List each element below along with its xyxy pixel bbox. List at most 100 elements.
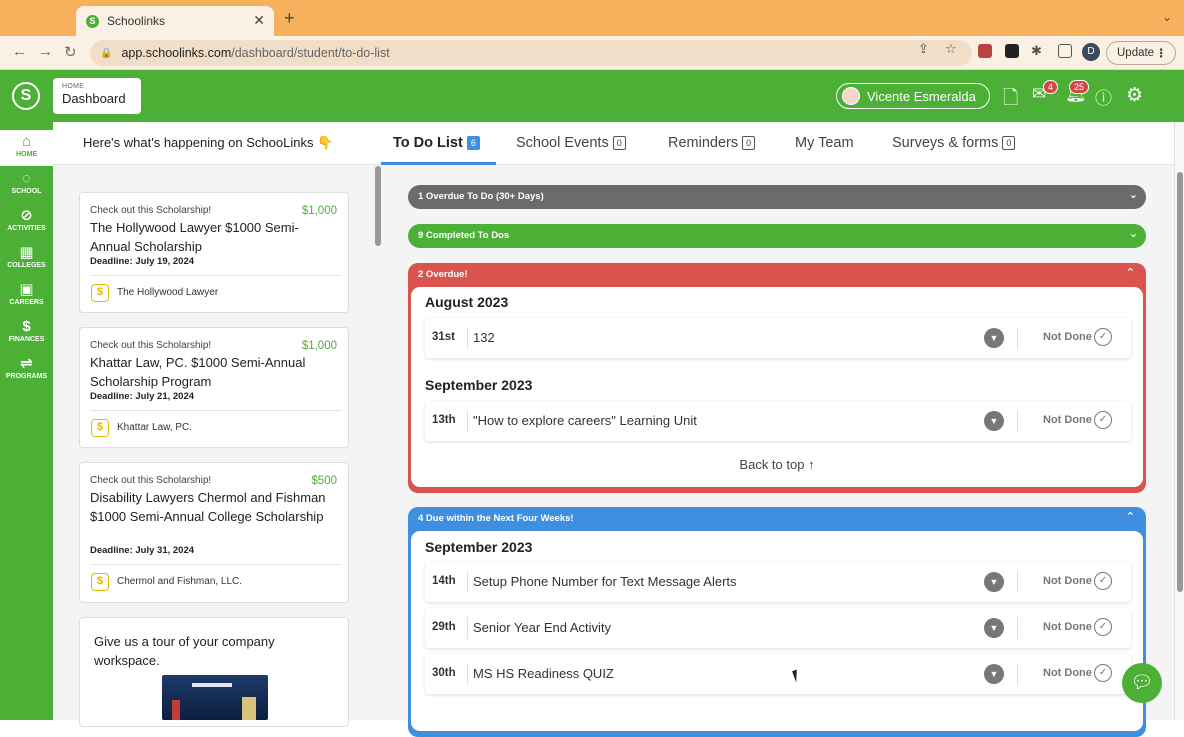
schoolinks-logo-icon[interactable]: S	[12, 82, 40, 110]
extension-icon[interactable]	[978, 44, 992, 58]
tab-label: To Do List	[393, 135, 463, 151]
user-menu-button[interactable]: Vicente Esmeralda	[836, 83, 990, 109]
todo-row[interactable]: 31st 132 ▼ Not Done ✓	[425, 318, 1131, 358]
overdue-30-days-toggle[interactable]: 1 Overdue To Do (30+ Days) ⌄	[408, 185, 1146, 209]
tab-to-do-list[interactable]: To Do List 6	[393, 135, 480, 151]
tour-card[interactable]: Give us a tour of your company workspace…	[79, 617, 349, 727]
browser-tab[interactable]: S Schoolinks ✕	[76, 6, 274, 36]
scholarship-card[interactable]: Check out this Scholarship! $500 Disabil…	[79, 462, 349, 603]
chevron-up-icon: ⌃	[1125, 511, 1135, 523]
compass-icon: ⊘	[20, 207, 33, 224]
money-bag-icon: $	[91, 573, 109, 591]
star-icon[interactable]: ☆	[945, 41, 957, 57]
sidebar-item-school[interactable]: ◌ SCHOOL	[0, 167, 53, 203]
document-icon[interactable]: 🗋	[1003, 84, 1018, 116]
tab-label: Surveys & forms	[892, 135, 999, 151]
chevron-down-icon[interactable]: ▼	[984, 411, 1004, 431]
feed-heading: Here's what's happening on SchooLinks 👇	[53, 122, 381, 165]
todo-day: 13th	[432, 414, 456, 426]
month-heading: August 2023	[425, 294, 509, 310]
chevron-down-icon[interactable]: ▼	[984, 664, 1004, 684]
scholarship-title: The Hollywood Lawyer $1000 Semi-Annual S…	[90, 220, 299, 254]
check-circle-icon[interactable]: ✓	[1094, 618, 1112, 636]
todo-row[interactable]: 30th MS HS Readiness QUIZ ▼ Not Done ✓	[425, 654, 1131, 694]
tab-school-events[interactable]: School Events 0	[516, 135, 626, 151]
menu-dots-icon[interactable]: ⋮	[1156, 46, 1168, 60]
share-icon[interactable]: ⇪	[918, 41, 929, 57]
sidebar-item-label: SCHOOL	[11, 188, 42, 195]
todo-row[interactable]: 14th Setup Phone Number for Text Message…	[425, 562, 1131, 602]
browser-tab-strip: S Schoolinks ✕ + ⌄	[0, 0, 1184, 36]
todo-day: 14th	[432, 575, 456, 587]
plus-icon[interactable]: +	[284, 8, 295, 29]
help-icon[interactable]: ⓘ	[1095, 84, 1112, 109]
scholarship-card[interactable]: Check out this Scholarship! $1,000 The H…	[79, 192, 349, 313]
overdue-group-body: August 2023 31st 132 ▼ Not Done ✓ Septem…	[411, 287, 1143, 487]
check-circle-icon[interactable]: ✓	[1094, 411, 1112, 429]
completed-todos-label: 9 Completed To Dos	[418, 230, 510, 241]
check-circle-icon[interactable]: ✓	[1094, 328, 1112, 346]
breadcrumb-parent: HOME	[62, 83, 85, 90]
check-circle-icon[interactable]: ✓	[1094, 572, 1112, 590]
completed-todos-toggle[interactable]: 9 Completed To Dos ⌄	[408, 224, 1146, 248]
todo-row[interactable]: 13th "How to explore careers" Learning U…	[425, 401, 1131, 441]
update-button[interactable]: Update ⋮	[1106, 41, 1176, 65]
forward-arrow-icon[interactable]: →	[38, 43, 53, 60]
card-divider	[90, 275, 342, 276]
scholarship-sponsor: The Hollywood Lawyer	[117, 287, 219, 298]
card-kicker: Check out this Scholarship!	[90, 205, 212, 216]
chevron-down-icon[interactable]: ▼	[984, 572, 1004, 592]
scholarship-deadline: Deadline: July 19, 2024	[90, 256, 195, 267]
todo-row[interactable]: 29th Senior Year End Activity ▼ Not Done…	[425, 608, 1131, 648]
address-bar: ← → ↻ 🔒 app.schoolinks.com/dashboard/stu…	[0, 36, 1184, 70]
tour-text: Give us a tour of your company workspace…	[94, 634, 275, 668]
tab-surveys-forms[interactable]: Surveys & forms 0	[892, 135, 1016, 151]
close-icon[interactable]: ✕	[253, 12, 265, 29]
sidebar-item-programs[interactable]: ⇌ PROGRAMS	[0, 352, 53, 388]
puzzle-icon[interactable]: ✱	[1031, 43, 1042, 59]
chat-bubble-icon[interactable]: 💬︎	[1122, 663, 1162, 703]
schoolinks-logo-icon: S	[86, 14, 99, 28]
todo-title: "How to explore careers" Learning Unit	[473, 413, 697, 428]
sidebar-item-colleges[interactable]: ▦ COLLEGES	[0, 241, 53, 277]
sidebar-item-home[interactable]: ⌂ HOME	[0, 130, 53, 166]
tab-reminders[interactable]: Reminders 0	[668, 135, 756, 151]
lock-icon: 🔒	[100, 47, 113, 59]
check-circle-icon[interactable]: ✓	[1094, 664, 1112, 682]
chevron-down-icon[interactable]: ⌄	[1162, 10, 1172, 24]
programs-icon: ⇌	[20, 355, 33, 372]
active-tab-indicator	[381, 162, 496, 165]
tab-label: School Events	[516, 135, 609, 151]
back-arrow-icon[interactable]: ←	[12, 43, 27, 60]
overdue-group-toggle[interactable]: 2 Overdue! ⌃	[411, 263, 1143, 287]
url-input[interactable]: 🔒 app.schoolinks.com/dashboard/student/t…	[90, 40, 972, 66]
chevron-down-icon[interactable]: ▼	[984, 328, 1004, 348]
card-divider	[90, 410, 342, 411]
due-soon-group-toggle[interactable]: 4 Due within the Next Four Weeks! ⌃	[411, 507, 1143, 531]
sidebar-item-careers[interactable]: ▣ CAREERS	[0, 278, 53, 314]
tab-my-team[interactable]: My Team	[795, 135, 854, 151]
chevron-down-icon[interactable]: ▼	[984, 618, 1004, 638]
todo-status: Not Done	[1043, 331, 1092, 343]
scholarship-title: Khattar Law, PC. $1000 Semi-Annual Schol…	[90, 355, 306, 389]
scholarship-card[interactable]: Check out this Scholarship! $1,000 Khatt…	[79, 327, 349, 448]
sidebar-item-activities[interactable]: ⊘ ACTIVITIES	[0, 204, 53, 240]
reload-icon[interactable]: ↻	[64, 43, 77, 61]
sidebar-item-finances[interactable]: $ FINANCES	[0, 315, 53, 351]
main-scrollbar[interactable]	[1174, 122, 1184, 720]
extension-g-icon[interactable]	[1005, 44, 1019, 58]
side-panel-icon[interactable]	[1058, 44, 1072, 58]
todo-title: Senior Year End Activity	[473, 620, 612, 635]
due-soon-group: 4 Due within the Next Four Weeks! ⌃ Sept…	[408, 507, 1146, 737]
tab-count-badge: 0	[1002, 136, 1016, 150]
back-to-top-link[interactable]: Back to top ↑	[411, 457, 1143, 472]
card-divider	[90, 564, 342, 565]
gear-icon[interactable]: ⚙	[1126, 84, 1143, 107]
browser-tab-title: Schoolinks	[107, 14, 166, 28]
todo-title: 132	[473, 330, 495, 345]
profile-avatar[interactable]: D	[1082, 43, 1100, 61]
briefcase-icon: ▣	[19, 281, 34, 298]
todo-title: Setup Phone Number for Text Message Aler…	[473, 574, 737, 589]
app-header: S HOME Dashboard Vicente Esmeralda 🗋 ✉ 4…	[0, 70, 1184, 122]
breadcrumb[interactable]: HOME Dashboard	[53, 78, 141, 114]
